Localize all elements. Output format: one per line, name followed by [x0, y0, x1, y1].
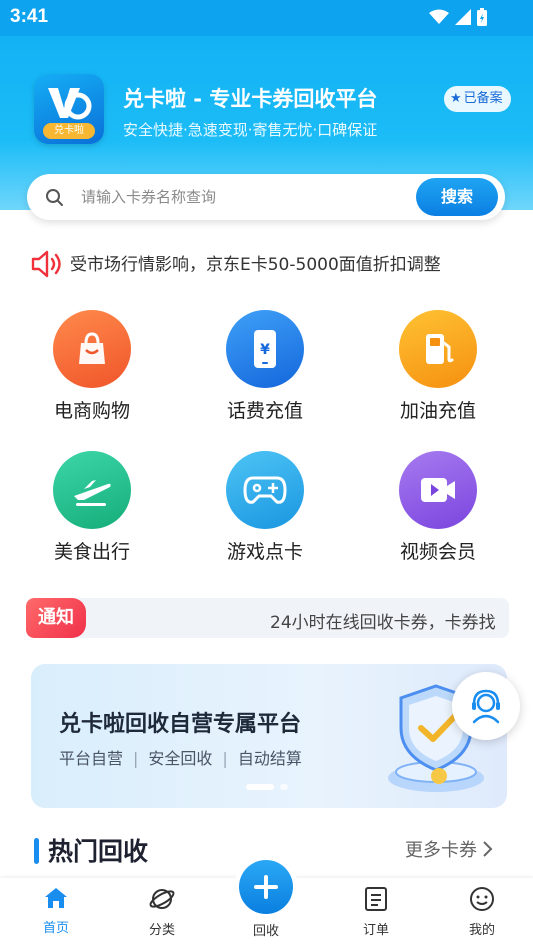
customer-service-button[interactable] [452, 672, 520, 740]
status-bar: 3:41 [0, 0, 533, 36]
marquee-text: 受市场行情影响，京东E卡50-5000面值折扣调整 [70, 255, 441, 275]
order-list-icon [365, 887, 387, 911]
category-label: 电商购物 [53, 400, 130, 422]
recycle-fab-inner [239, 860, 293, 914]
category-phone-topup[interactable]: ¥ 话费充值 [210, 310, 320, 423]
nav-mine-label: 我的 [468, 923, 495, 938]
notice-tag: 通知 [26, 598, 86, 638]
filed-badge[interactable]: ★ 已备案 [444, 86, 511, 112]
category-video-vip[interactable]: 视频会员 [383, 451, 493, 564]
search-input[interactable] [81, 182, 381, 212]
phone-yuan-icon: ¥ [226, 310, 304, 388]
shopping-bag-icon [53, 310, 131, 388]
hot-section-title: 热门回收 [48, 837, 149, 866]
banner-tags: 平台自营 | 安全回收 | 自动结算 [59, 749, 302, 768]
chevron-right-icon [483, 841, 493, 857]
planet-icon [149, 889, 175, 909]
nav-home[interactable]: 首页 [21, 886, 91, 936]
speaker-icon [31, 250, 61, 278]
app-subtitle: 安全快捷·急速变现·寄售无忧·口碑保证 [123, 121, 378, 139]
category-label: 视频会员 [399, 541, 476, 563]
filed-badge-label: 已备案 [463, 91, 503, 106]
banner-tag: 安全回收 [148, 749, 213, 768]
fuel-pump-icon [399, 310, 477, 388]
nav-orders-label: 订单 [362, 923, 389, 938]
notice-text: 24小时在线回收卡券，卡券找 [270, 613, 496, 633]
more-cards-label: 更多卡券 [405, 840, 477, 861]
carousel-dots [246, 784, 288, 790]
banner-tag: 平台自营 [59, 749, 124, 768]
headset-agent-icon [472, 689, 500, 724]
banner-title: 兑卡啦回收自营专属平台 [59, 712, 302, 737]
nav-orders[interactable]: 订单 [341, 886, 411, 938]
battery-icon [477, 8, 487, 26]
search-box: 搜索 [27, 174, 505, 220]
app-title: 兑卡啦 - 专业卡券回收平台 [123, 87, 378, 111]
category-ecommerce[interactable]: 电商购物 [37, 310, 147, 423]
category-label: 加油充值 [399, 400, 476, 422]
nav-category-label: 分类 [148, 923, 175, 938]
star-icon: ★ [450, 91, 462, 106]
logo-badge: 兑卡啦 [43, 123, 95, 139]
status-time: 3:41 [10, 6, 49, 27]
nav-recycle-label: 回收 [252, 924, 279, 939]
search-icon [46, 189, 63, 206]
category-label: 美食出行 [53, 541, 130, 563]
promo-banner[interactable]: 兑卡啦回收自营专属平台 平台自营 | 安全回收 | 自动结算 [31, 664, 507, 808]
carousel-dot-active[interactable] [246, 784, 274, 790]
banner-tag: 自动结算 [237, 749, 302, 768]
svg-text:¥: ¥ [260, 342, 270, 358]
recycle-fab-button[interactable] [234, 855, 298, 919]
nav-home-label: 首页 [42, 921, 69, 936]
announcement-marquee[interactable]: 受市场行情影响，京东E卡50-5000面值折扣调整 [30, 248, 510, 278]
category-fuel-topup[interactable]: 加油充值 [383, 310, 493, 423]
app-logo: 兑卡啦 [34, 74, 104, 144]
search-button[interactable]: 搜索 [416, 178, 498, 216]
section-accent-bar [34, 838, 39, 864]
wifi-icon [429, 9, 449, 24]
status-icons [429, 8, 487, 26]
notice-bar[interactable]: 通知 24小时在线回收卡券，卡券找 [26, 598, 509, 638]
more-cards-link[interactable]: 更多卡券 [405, 836, 493, 862]
category-food-travel[interactable]: 美食出行 [37, 451, 147, 564]
smiley-user-icon [470, 887, 494, 911]
category-label: 话费充值 [226, 400, 303, 422]
carousel-dot[interactable] [280, 784, 288, 790]
category-game-cards[interactable]: 游戏点卡 [210, 451, 320, 564]
signal-icon [455, 9, 471, 25]
plus-icon [254, 875, 278, 899]
category-label: 游戏点卡 [226, 541, 303, 563]
nav-mine[interactable]: 我的 [447, 886, 517, 938]
video-icon [399, 451, 477, 529]
gamepad-icon [226, 451, 304, 529]
nav-category[interactable]: 分类 [127, 886, 197, 938]
home-icon [45, 888, 67, 908]
airplane-icon [53, 451, 131, 529]
